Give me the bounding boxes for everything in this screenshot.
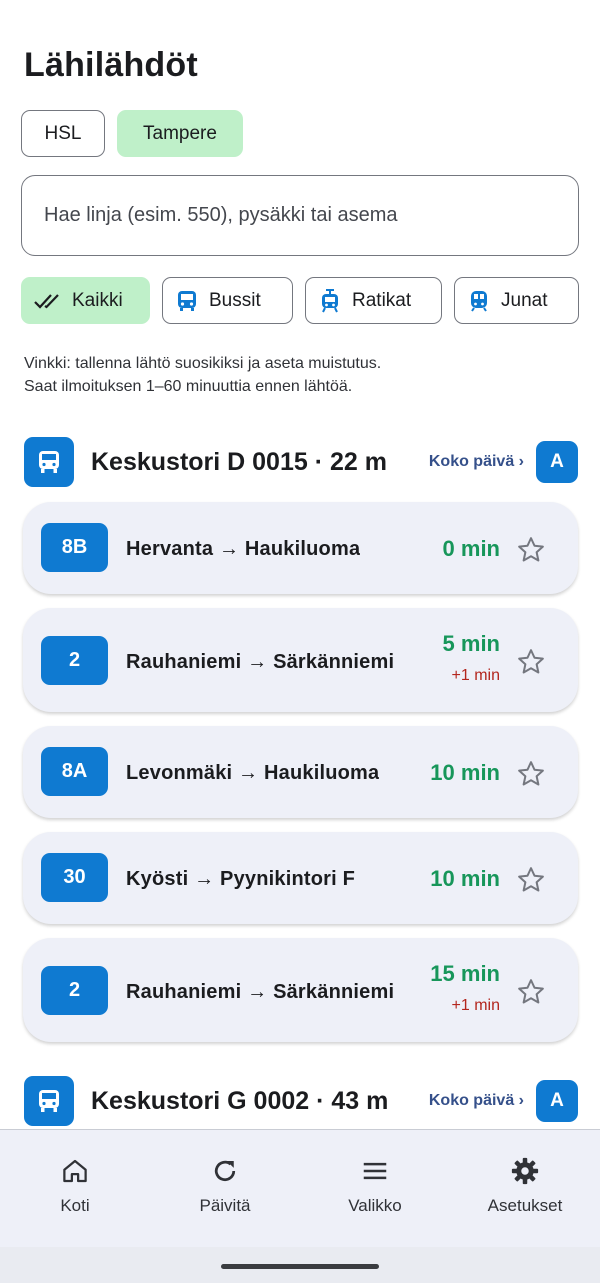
departure-card[interactable]: 8B Hervanta → Haukiluoma 0 min [23, 502, 578, 594]
stop-header: Keskustori D 0015 · 22 m Koko päivä › A [24, 437, 578, 487]
favorite-star-icon[interactable] [516, 865, 546, 895]
route-label: Rauhaniemi → Särkänniemi [126, 651, 395, 673]
line-badge: 2 [41, 966, 108, 1015]
favorite-star-icon[interactable] [516, 647, 546, 677]
page-title: Lähilähdöt [24, 46, 198, 84]
minutes-label: 15 min [430, 961, 500, 986]
hint-text: Vinkki: tallenna lähtö suosikiksi ja ase… [24, 352, 381, 398]
nav-label: Asetukset [487, 1196, 563, 1215]
filter-chip-train[interactable]: Junat [454, 277, 579, 324]
tram-icon [322, 288, 338, 312]
line-badge: 8A [41, 747, 108, 796]
nav-menu[interactable]: Valikko [300, 1130, 450, 1247]
stop-header: Keskustori G 0002 · 43 m Koko päivä › A [24, 1076, 578, 1126]
minutes-label: 10 min [430, 866, 500, 891]
nav-home[interactable]: Koti [0, 1130, 150, 1247]
hint-line: Saat ilmoituksen 1–60 minuuttia ennen lä… [24, 378, 353, 395]
delay-label: +1 min [451, 997, 500, 1014]
route-label: Levonmäki → Haukiluoma [126, 762, 380, 784]
refresh-icon [214, 1160, 236, 1182]
filter-chip-tram[interactable]: Ratikat [305, 277, 442, 324]
departure-card[interactable]: 8A Levonmäki → Haukiluoma 10 min [23, 726, 578, 818]
region-selector: HSL Tampere [21, 110, 243, 157]
nav-settings[interactable]: Asetukset [450, 1130, 600, 1247]
bus-stop-icon [24, 437, 74, 487]
stop-zone-badge: A [536, 441, 578, 483]
settings-icon [511, 1157, 539, 1185]
mode-filter-row: Kaikki Bussit Ratikat Junat [21, 277, 579, 324]
region-chip-hsl[interactable]: HSL [21, 110, 105, 157]
filter-label: Junat [501, 289, 548, 311]
filter-label: Bussit [209, 289, 261, 311]
line-badge: 2 [41, 636, 108, 685]
home-icon [63, 1159, 87, 1183]
favorite-star-icon[interactable] [516, 977, 546, 1007]
minutes-label: 0 min [442, 536, 500, 561]
bottom-navigation: Koti Päivitä Valikko Asetukset [0, 1129, 600, 1247]
bus-icon [178, 290, 196, 311]
hint-line: Vinkki: tallenna lähtö suosikiksi ja ase… [24, 355, 382, 372]
favorite-star-icon[interactable] [516, 535, 546, 565]
nav-label: Koti [60, 1196, 90, 1215]
home-gesture-handle[interactable] [221, 1264, 379, 1269]
filter-label: Kaikki [72, 289, 123, 311]
departure-card[interactable]: 2 Rauhaniemi → Särkänniemi 15 min +1 min [23, 938, 578, 1042]
filter-chip-bus[interactable]: Bussit [162, 277, 293, 324]
filter-label: Ratikat [352, 289, 412, 311]
nav-label: Valikko [348, 1196, 402, 1215]
double-check-icon [34, 293, 59, 309]
route-label: Hervanta → Haukiluoma [126, 538, 361, 560]
nav-label: Päivitä [199, 1196, 251, 1215]
departure-card[interactable]: 30 Kyösti → Pyynikintori F 10 min [23, 832, 578, 924]
route-label: Kyösti → Pyynikintori F [126, 868, 356, 890]
line-badge: 30 [41, 853, 108, 902]
train-icon [471, 290, 487, 312]
line-badge: 8B [41, 523, 108, 572]
region-chip-tampere[interactable]: Tampere [117, 110, 243, 157]
departure-card[interactable]: 2 Rauhaniemi → Särkänniemi 5 min +1 min [23, 608, 578, 712]
search-placeholder: Hae linja (esim. 550), pysäkki tai asema [44, 204, 398, 226]
menu-icon [363, 1162, 387, 1180]
filter-chip-all[interactable]: Kaikki [21, 277, 150, 324]
minutes-label: 10 min [430, 760, 500, 785]
route-label: Rauhaniemi → Särkänniemi [126, 981, 395, 1003]
bus-stop-icon [24, 1076, 74, 1126]
stop-name: Keskustori G 0002 · 43 m [91, 1086, 389, 1115]
whole-day-link[interactable]: Koko päivä › [429, 1092, 524, 1110]
nav-refresh[interactable]: Päivitä [150, 1130, 300, 1247]
stop-name: Keskustori D 0015 · 22 m [91, 447, 387, 476]
stop-zone-badge: A [536, 1080, 578, 1122]
minutes-label: 5 min [442, 631, 500, 656]
search-input[interactable]: Hae linja (esim. 550), pysäkki tai asema [21, 175, 579, 256]
delay-label: +1 min [451, 667, 500, 684]
favorite-star-icon[interactable] [516, 759, 546, 789]
whole-day-link[interactable]: Koko päivä › [429, 453, 524, 471]
